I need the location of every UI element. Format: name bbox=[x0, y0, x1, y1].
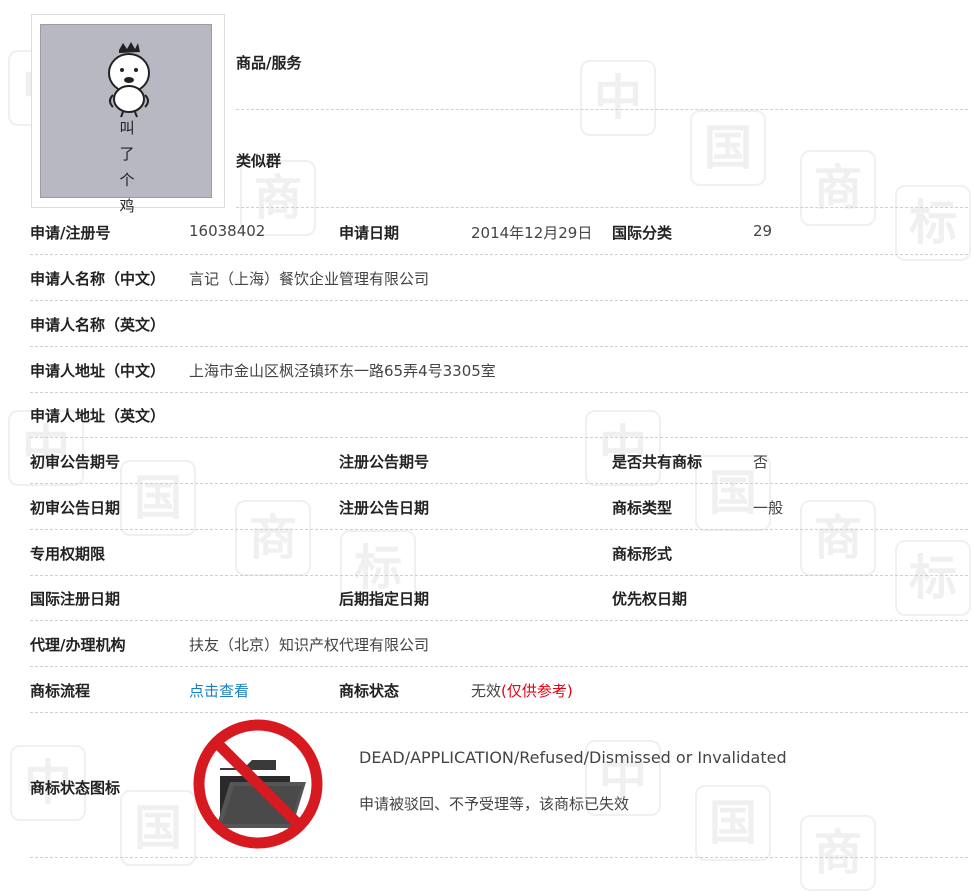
forbidden-folder-icon bbox=[193, 719, 323, 849]
apply-date-value: 2014年12月29日 bbox=[471, 224, 593, 242]
trademark-char: 了 bbox=[119, 145, 135, 163]
trademark-char: 叫 bbox=[119, 119, 135, 137]
status-cn-text: 申请被驳回、不予受理等，该商标已失效 bbox=[359, 795, 630, 813]
reg-no-value: 16038402 bbox=[189, 222, 266, 240]
divider bbox=[30, 575, 968, 576]
trademark-image-text: 叫 了 个 鸡 bbox=[117, 118, 137, 216]
status-label: 商标状态 bbox=[339, 682, 400, 700]
divider bbox=[236, 207, 968, 208]
agent-label: 代理/办理机构 bbox=[30, 636, 126, 654]
reg-no-label: 申请/注册号 bbox=[30, 224, 111, 242]
divider bbox=[30, 392, 968, 393]
intl-class-value: 29 bbox=[753, 222, 773, 240]
mark-type-label: 商标类型 bbox=[612, 499, 673, 517]
trademark-image: 叫 了 个 鸡 bbox=[40, 24, 212, 215]
shared-mark-value: 否 bbox=[753, 453, 769, 471]
prelim-pub-date-label: 初审公告日期 bbox=[30, 499, 121, 517]
divider bbox=[30, 529, 968, 530]
status-note: (仅供参考) bbox=[501, 682, 573, 700]
divider bbox=[30, 620, 968, 621]
watermark-tile: 国 bbox=[120, 790, 196, 866]
watermark-tile: 标 bbox=[895, 185, 971, 261]
agent-value: 扶友（北京）知识产权代理有限公司 bbox=[189, 636, 430, 654]
watermark-tile: 国 bbox=[695, 785, 771, 861]
watermark-tile: 国 bbox=[120, 460, 196, 536]
goods-services-label: 商品/服务 bbox=[236, 54, 302, 72]
status-text: 无效 bbox=[471, 682, 502, 700]
mark-type-value: 一般 bbox=[753, 499, 784, 517]
watermark-tile: 商 bbox=[800, 150, 876, 226]
prelim-pub-no-label: 初审公告期号 bbox=[30, 453, 121, 471]
status-value: 无效(仅供参考) bbox=[471, 680, 573, 701]
watermark-tile: 中 bbox=[580, 60, 656, 136]
divider bbox=[236, 109, 968, 110]
divider bbox=[30, 857, 968, 858]
divider bbox=[30, 346, 968, 347]
similar-group-label: 类似群 bbox=[236, 152, 282, 170]
divider bbox=[30, 483, 968, 484]
divider bbox=[30, 300, 968, 301]
reg-pub-date-label: 注册公告日期 bbox=[339, 499, 430, 517]
process-label: 商标流程 bbox=[30, 682, 91, 700]
divider bbox=[30, 712, 968, 713]
process-view-link[interactable]: 点击查看 bbox=[189, 680, 249, 701]
divider bbox=[30, 666, 968, 667]
status-icon-label: 商标状态图标 bbox=[30, 779, 121, 797]
applicant-cn-label: 申请人名称（中文） bbox=[30, 270, 166, 288]
status-en-text: DEAD/APPLICATION/Refused/Dismissed or In… bbox=[359, 748, 787, 767]
watermark-tile: 商 bbox=[800, 500, 876, 576]
later-designation-date-label: 后期指定日期 bbox=[339, 590, 430, 608]
intl-class-label: 国际分类 bbox=[612, 224, 673, 242]
address-cn-value: 上海市金山区枫泾镇环东一路65弄4号3305室 bbox=[189, 362, 496, 380]
shared-mark-label: 是否共有商标 bbox=[612, 453, 703, 471]
reg-pub-no-label: 注册公告期号 bbox=[339, 453, 430, 471]
apply-date-label: 申请日期 bbox=[339, 224, 400, 242]
mark-form-label: 商标形式 bbox=[612, 545, 673, 563]
watermark-tile: 中 bbox=[585, 410, 661, 486]
priority-date-label: 优先权日期 bbox=[612, 590, 688, 608]
watermark-tile: 国 bbox=[690, 110, 766, 186]
watermark-tile: 标 bbox=[895, 540, 971, 616]
trademark-char: 鸡 bbox=[119, 197, 135, 215]
address-en-label: 申请人地址（英文） bbox=[30, 407, 166, 425]
watermark-tile: 商 bbox=[800, 815, 876, 891]
trademark-char: 个 bbox=[119, 171, 135, 189]
divider bbox=[30, 254, 968, 255]
divider bbox=[30, 437, 968, 438]
intl-reg-date-label: 国际注册日期 bbox=[30, 590, 121, 608]
exclusive-term-label: 专用权期限 bbox=[30, 545, 106, 563]
applicant-cn-value: 言记（上海）餐饮企业管理有限公司 bbox=[189, 270, 430, 288]
watermark-tile: 商 bbox=[235, 500, 311, 576]
trademark-image-frame[interactable]: 叫 了 个 鸡 bbox=[31, 14, 225, 215]
address-cn-label: 申请人地址（中文） bbox=[30, 362, 166, 380]
applicant-en-label: 申请人名称（英文） bbox=[30, 316, 166, 334]
